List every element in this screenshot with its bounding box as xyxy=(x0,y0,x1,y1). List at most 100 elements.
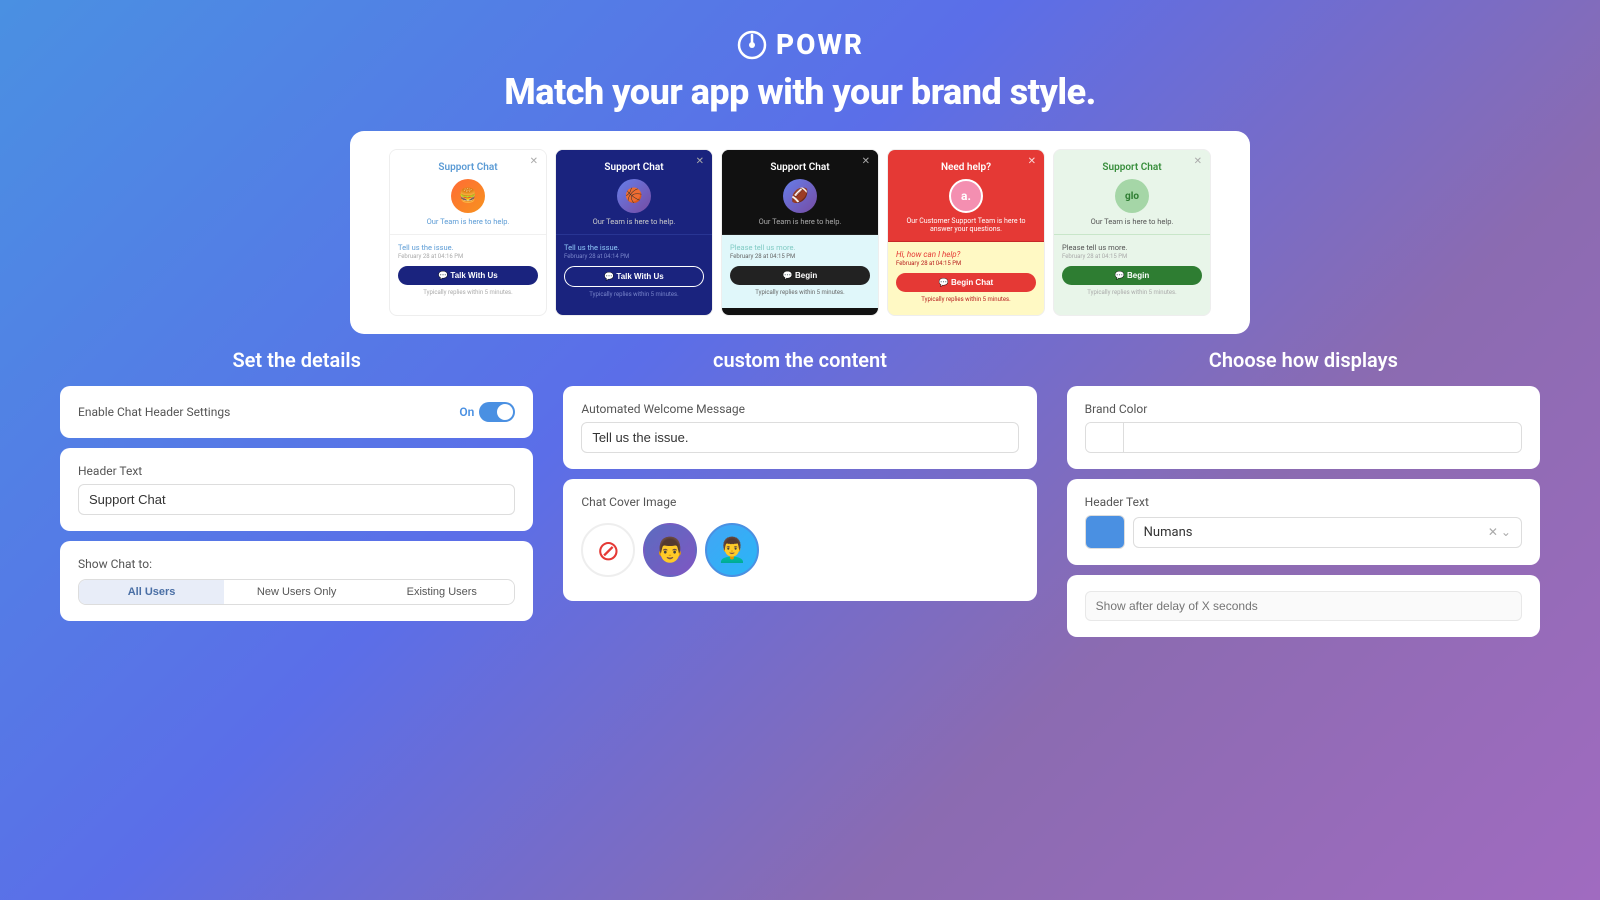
card-footer-4: Typically replies within 5 minutes. xyxy=(896,296,1036,307)
card-button-3[interactable]: 💬 Begin xyxy=(730,266,870,285)
avatar-option-2[interactable]: 👨‍🦱 xyxy=(705,523,759,577)
avatar-4: a. xyxy=(949,179,983,213)
card-button-1[interactable]: 💬 Talk With Us xyxy=(398,266,538,285)
dropdown-actions: ✕ ⌄ xyxy=(1488,525,1511,539)
welcome-input[interactable] xyxy=(581,422,1018,453)
header-text-input[interactable] xyxy=(78,484,515,515)
toggle-wrap[interactable]: On xyxy=(459,402,515,422)
card-title-2: Support Chat xyxy=(564,162,704,173)
card-title-1: Support Chat xyxy=(398,162,538,173)
card-message-4: Hi, how can I help? February 28 at 04:15… xyxy=(896,250,1036,267)
header-text-label: Header Text xyxy=(78,464,515,478)
section-display-title: Choose how displays xyxy=(1067,348,1540,372)
avatar-option-1[interactable]: 👨 xyxy=(643,523,697,577)
card-header-1: Support Chat 🍔 Our Team is here to help. xyxy=(390,150,546,235)
card-button-5[interactable]: 💬 Begin xyxy=(1062,266,1202,285)
header-color-pill[interactable] xyxy=(1085,515,1125,549)
card-message-2: Tell us the issue. February 28 at 04:14 … xyxy=(564,243,704,260)
right-header-text-card: Header Text Numans ✕ ⌄ xyxy=(1067,479,1540,565)
avatar-3: 🏈 xyxy=(783,179,817,213)
radio-all-users[interactable]: All Users xyxy=(79,580,224,604)
powr-logo-icon xyxy=(736,29,768,61)
radio-new-users[interactable]: New Users Only xyxy=(224,580,369,604)
card-subtitle-2: Our Team is here to help. xyxy=(564,217,704,226)
avatar-emoji-1: 👨 xyxy=(655,536,685,564)
card-footer-1: Typically replies within 5 minutes. xyxy=(398,289,538,300)
toggle-switch[interactable] xyxy=(479,402,515,422)
close-icon-1[interactable]: ✕ xyxy=(530,156,538,167)
section-display: Choose how displays Brand Color Header T… xyxy=(1067,348,1540,637)
welcome-message-card: Automated Welcome Message xyxy=(563,386,1036,469)
section-content-title: custom the content xyxy=(563,348,1036,372)
font-dropdown[interactable]: Numans ✕ ⌄ xyxy=(1133,517,1522,548)
card-header-5: Support Chat glo Our Team is here to hel… xyxy=(1054,150,1210,235)
cover-image-card: Chat Cover Image ⊘ 👨 👨‍🦱 xyxy=(563,479,1036,601)
image-picker: ⊘ 👨 👨‍🦱 xyxy=(581,515,1018,585)
preview-card-black: ✕ Support Chat 🏈 Our Team is here to hel… xyxy=(721,149,879,316)
card-footer-3: Typically replies within 5 minutes. xyxy=(730,289,870,300)
card-footer-5: Typically replies within 5 minutes. xyxy=(1062,289,1202,300)
card-body-5: Please tell us more. February 28 at 04:1… xyxy=(1054,235,1210,308)
preview-card-red: ✕ Need help? a. Our Customer Support Tea… xyxy=(887,149,1045,316)
cover-label: Chat Cover Image xyxy=(581,495,1018,509)
bottom-sections: Set the details Enable Chat Header Setti… xyxy=(0,348,1600,637)
radio-existing-users[interactable]: Existing Users xyxy=(369,580,514,604)
card-subtitle-3: Our Team is here to help. xyxy=(730,217,870,226)
card-header-2: Support Chat 🏀 Our Team is here to help. xyxy=(556,150,712,235)
preview-card-darkblue: ✕ Support Chat 🏀 Our Team is here to hel… xyxy=(555,149,713,316)
close-icon-5[interactable]: ✕ xyxy=(1194,156,1202,167)
card-message-3: Please tell us more. February 28 at 04:1… xyxy=(730,243,870,260)
brand-color-card: Brand Color xyxy=(1067,386,1540,469)
header-text-card: Header Text xyxy=(60,448,533,531)
show-chat-label: Show Chat to: xyxy=(78,557,515,571)
preview-card-green: ✕ Support Chat glo Our Team is here to h… xyxy=(1053,149,1211,316)
color-swatch[interactable] xyxy=(1086,423,1124,452)
section-details: Set the details Enable Chat Header Setti… xyxy=(60,348,533,637)
font-name: Numans xyxy=(1144,525,1193,540)
show-chat-radio-group: All Users New Users Only Existing Users xyxy=(78,579,515,605)
card-button-2[interactable]: 💬 Talk With Us xyxy=(564,266,704,287)
delay-card xyxy=(1067,575,1540,637)
enable-toggle-row: Enable Chat Header Settings On xyxy=(78,402,515,422)
avatar-1: 🍔 xyxy=(451,179,485,213)
no-image-option[interactable]: ⊘ xyxy=(581,523,635,577)
color-input-wrap xyxy=(1085,422,1522,453)
card-message-1: Tell us the issue. February 28 at 04:16 … xyxy=(398,243,538,260)
card-header-4: Need help? a. Our Customer Support Team … xyxy=(888,150,1044,242)
enable-label: Enable Chat Header Settings xyxy=(78,405,230,419)
headline: Match your app with your brand style. xyxy=(0,71,1600,113)
toggle-on-text: On xyxy=(459,405,474,419)
preview-wrapper: ✕ Support Chat 🍔 Our Team is here to hel… xyxy=(0,131,1600,334)
color-hex-input[interactable] xyxy=(1124,423,1521,452)
card-subtitle-4: Our Customer Support Team is here to ans… xyxy=(896,217,1036,233)
preview-card-white: ✕ Support Chat 🍔 Our Team is here to hel… xyxy=(389,149,547,316)
header-text-row: Numans ✕ ⌄ xyxy=(1085,515,1522,549)
close-icon-4[interactable]: ✕ xyxy=(1028,156,1036,167)
card-header-3: Support Chat 🏈 Our Team is here to help. xyxy=(722,150,878,235)
delay-input[interactable] xyxy=(1085,591,1522,621)
card-title-3: Support Chat xyxy=(730,162,870,173)
brand-color-label: Brand Color xyxy=(1085,402,1522,416)
card-subtitle-5: Our Team is here to help. xyxy=(1062,217,1202,226)
section-content: custom the content Automated Welcome Mes… xyxy=(563,348,1036,637)
section-details-title: Set the details xyxy=(60,348,533,372)
card-button-4[interactable]: 💬 Begin Chat xyxy=(896,273,1036,292)
card-title-4: Need help? xyxy=(896,162,1036,173)
logo-row: POWR xyxy=(0,28,1600,61)
card-body-2: Tell us the issue. February 28 at 04:14 … xyxy=(556,235,712,310)
no-symbol-icon: ⊘ xyxy=(597,534,620,567)
page-header: POWR Match your app with your brand styl… xyxy=(0,0,1600,131)
toggle-knob xyxy=(497,404,513,420)
close-icon-3[interactable]: ✕ xyxy=(862,156,870,167)
logo-text: POWR xyxy=(776,28,864,61)
card-body-4: Hi, how can I help? February 28 at 04:15… xyxy=(888,242,1044,315)
card-subtitle-1: Our Team is here to help. xyxy=(398,217,538,226)
show-chat-card: Show Chat to: All Users New Users Only E… xyxy=(60,541,533,621)
card-body-1: Tell us the issue. February 28 at 04:16 … xyxy=(390,235,546,308)
avatar-2: 🏀 xyxy=(617,179,651,213)
close-icon-2[interactable]: ✕ xyxy=(696,156,704,167)
card-title-5: Support Chat xyxy=(1062,162,1202,173)
welcome-label: Automated Welcome Message xyxy=(581,402,1018,416)
card-message-5: Please tell us more. February 28 at 04:1… xyxy=(1062,243,1202,260)
enable-chat-card: Enable Chat Header Settings On xyxy=(60,386,533,438)
